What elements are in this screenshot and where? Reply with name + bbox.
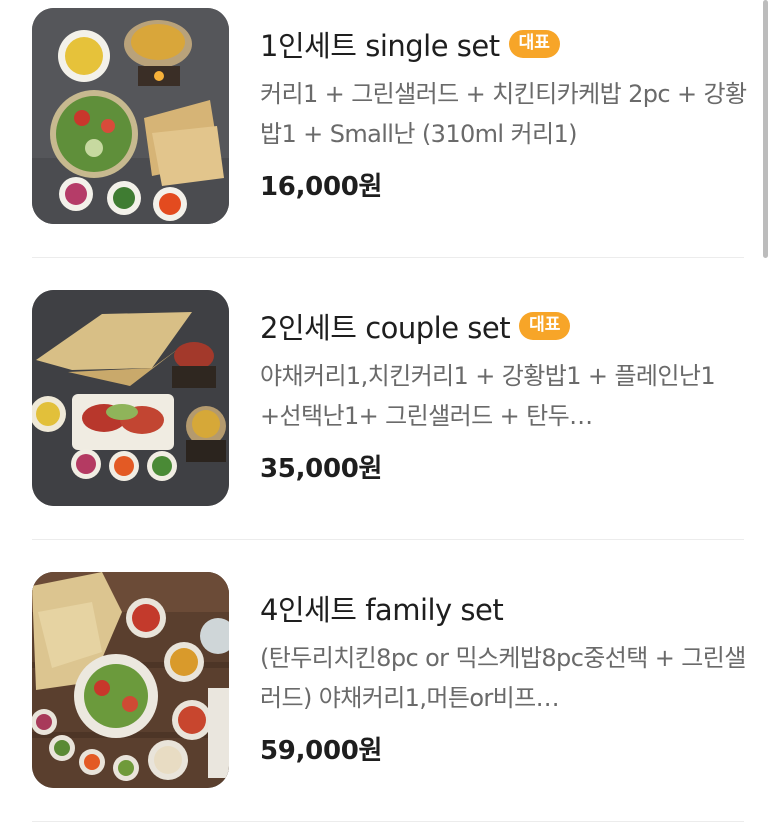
menu-item-image[interactable]	[32, 8, 229, 224]
menu-item-title[interactable]: 1인세트 single set	[260, 23, 500, 65]
menu-item-couple-set[interactable]: 2인세트 couple set 대표 야채커리1,치킨커리1 + 강황밥1 + …	[32, 282, 744, 540]
representative-badge: 대표	[508, 30, 560, 58]
menu-item-price: 16,000원	[260, 172, 383, 202]
scrollbar[interactable]	[763, 0, 768, 258]
menu-item-price: 35,000원	[260, 454, 383, 484]
menu-item-description: (탄두리치킨8pc or 믹스케밥8pc중선택 + 그린샐러드) 야채커리1,머…	[260, 644, 746, 712]
menu-item-image[interactable]	[32, 290, 229, 506]
menu-item-title[interactable]: 2인세트 couple set	[260, 305, 511, 347]
menu-item-image[interactable]	[32, 572, 229, 788]
item-divider	[32, 539, 744, 540]
menu-item-description: 커리1 + 그린샐러드 + 치킨티카케밥 2pc + 강황밥1 + Small난…	[260, 80, 747, 148]
menu-item-family-set[interactable]: 4인세트 family set (탄두리치킨8pc or 믹스케밥8pc중선택 …	[32, 564, 746, 822]
menu-item-title-row: 1인세트 single set 대표	[260, 22, 744, 66]
menu-item-info: 1인세트 single set 대표 커리1 + 그린샐러드 + 치킨티카케밥 …	[260, 22, 747, 203]
menu-item-single-set[interactable]: 1인세트 single set 대표 커리1 + 그린샐러드 + 치킨티카케밥 …	[32, 0, 747, 258]
item-divider	[32, 257, 744, 258]
menu-item-title-row: 4인세트 family set	[260, 586, 744, 630]
curry-set-photo	[32, 290, 229, 506]
menu-item-title[interactable]: 4인세트 family set	[260, 587, 504, 629]
menu-item-info: 2인세트 couple set 대표 야채커리1,치킨커리1 + 강황밥1 + …	[260, 304, 744, 485]
item-divider	[32, 821, 744, 822]
menu-item-title-row: 2인세트 couple set 대표	[260, 304, 744, 348]
representative-badge: 대표	[519, 312, 571, 340]
curry-set-photo	[32, 8, 229, 224]
menu-item-info: 4인세트 family set (탄두리치킨8pc or 믹스케밥8pc중선택 …	[260, 586, 746, 767]
menu-item-price: 59,000원	[260, 736, 383, 766]
curry-set-photo	[32, 572, 229, 788]
menu-item-description: 야채커리1,치킨커리1 + 강황밥1 + 플레인난1 +선택난1+ 그린샐러드 …	[260, 362, 716, 430]
